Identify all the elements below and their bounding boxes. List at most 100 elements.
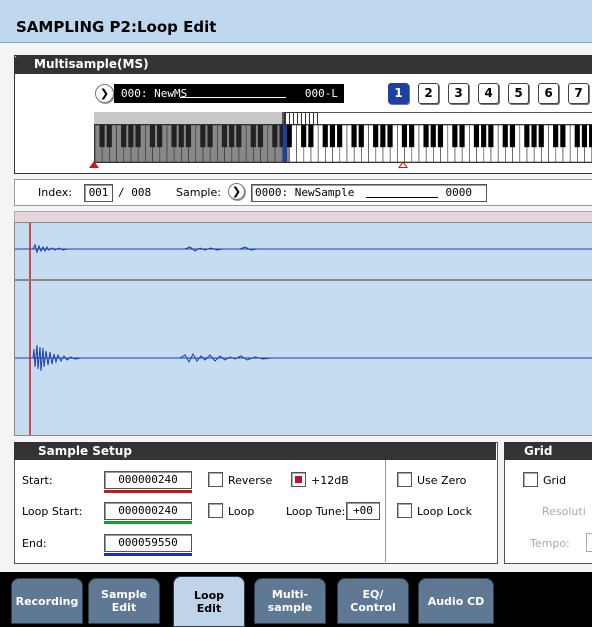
black-key <box>99 125 105 148</box>
tab-multisample[interactable]: Multi-sample <box>254 578 326 624</box>
black-key <box>409 125 415 148</box>
index-field[interactable]: 001 <box>84 184 113 202</box>
black-key <box>178 125 184 148</box>
multisample-select-arrow-icon[interactable]: ❯ <box>95 84 114 103</box>
tab-sample-edit[interactable]: Sample Edit <box>88 578 160 624</box>
tab-recording-label: Recording <box>15 594 79 608</box>
black-key <box>581 125 588 148</box>
black-key <box>135 125 141 148</box>
waveform-overview[interactable] <box>14 222 592 280</box>
loop-start-field[interactable]: 000000240 <box>104 502 192 520</box>
loop-lock-checkbox[interactable] <box>397 503 412 518</box>
title-bar: SAMPLING P2:Loop Edit <box>0 0 592 43</box>
ms-number-button-6[interactable]: 6 <box>538 83 559 104</box>
ms-number-button-4[interactable]: 4 <box>478 83 499 104</box>
sample-name-field[interactable]: 0000: NewSample 0000 <box>251 184 487 202</box>
multisample-name-suffix: 000-L <box>304 87 338 100</box>
waveform-zoom-graphic <box>15 281 592 435</box>
black-key <box>185 125 192 148</box>
keyboard[interactable] <box>94 124 592 163</box>
black-key <box>121 125 127 148</box>
tab-audio-cd[interactable]: Audio CD <box>418 578 494 624</box>
tab-recording[interactable]: Recording <box>11 578 83 624</box>
black-key <box>329 125 336 148</box>
waveform-zoom[interactable] <box>14 280 592 436</box>
grid-label: Grid <box>543 474 567 487</box>
black-key <box>437 125 444 148</box>
setup-divider <box>385 460 386 562</box>
plus12db-checkbox[interactable] <box>291 472 306 487</box>
resolution-label: Resoluti <box>542 505 586 518</box>
index-total: / 008 <box>118 186 152 199</box>
black-key <box>322 125 328 148</box>
ms-number-button-5[interactable]: 5 <box>508 83 529 104</box>
sample-name-underline <box>366 197 438 198</box>
tab-multisample-line1: Multi- <box>271 588 309 601</box>
loop-tune-field[interactable]: +00 <box>346 502 380 520</box>
loop-start-color-underline <box>104 521 192 524</box>
black-key <box>509 125 516 148</box>
multisample-header-label: Multisample(MS) <box>34 57 149 71</box>
black-key <box>553 125 559 148</box>
ms-number-button-3[interactable]: 3 <box>448 83 469 104</box>
low-key-marker-icon <box>89 161 99 168</box>
original-key-marker-icon <box>398 161 408 168</box>
black-key <box>337 125 343 148</box>
tab-eq-control[interactable]: EQ/Control <box>337 578 409 624</box>
tab-audio-cd-label: Audio CD <box>427 594 485 608</box>
start-label: Start: <box>22 474 53 487</box>
black-key <box>423 125 429 148</box>
page-title: SAMPLING P2:Loop Edit <box>16 18 217 36</box>
black-key <box>459 125 465 148</box>
reverse-checkbox[interactable] <box>208 472 223 487</box>
tempo-field[interactable] <box>586 533 592 552</box>
tab-loop-edit[interactable]: Loop Edit <box>173 576 245 627</box>
ms-number-button-1[interactable]: 1 <box>388 83 409 104</box>
tab-multisample-line2: sample <box>267 601 313 614</box>
tab-eq-control-line1: EQ/ <box>362 588 384 601</box>
loop-tune-label: Loop Tune: <box>286 505 346 518</box>
ms-number-button-2[interactable]: 2 <box>418 83 439 104</box>
multisample-name-underline <box>180 97 286 98</box>
black-key <box>430 125 436 148</box>
start-field[interactable]: 000000240 <box>104 471 192 489</box>
black-key <box>157 125 163 148</box>
black-key <box>257 125 264 148</box>
sample-name-suffix: 0000 <box>445 186 473 199</box>
tab-sample-edit-line1: Sample <box>101 588 147 601</box>
sample-select-arrow-icon[interactable]: ❯ <box>228 183 245 200</box>
multisample-name-field[interactable]: 000: NewMS 000-L <box>114 84 344 103</box>
end-field[interactable]: 000059550 <box>104 534 192 552</box>
black-key <box>250 125 256 148</box>
tempo-label: Tempo: <box>530 537 570 550</box>
loop-edit-screen: SAMPLING P2:Loop Edit Multisample(MS) ❯ … <box>0 0 592 627</box>
black-key <box>308 125 314 148</box>
grid-header: Grid <box>504 442 592 460</box>
use-zero-label: Use Zero <box>417 474 467 487</box>
end-label: End: <box>22 537 47 550</box>
black-key <box>488 125 494 148</box>
keyboard-graphic <box>95 125 592 162</box>
sample-setup-title: Sample Setup <box>38 444 132 458</box>
grid-checkbox[interactable] <box>523 472 538 487</box>
black-key <box>301 125 307 148</box>
black-key <box>106 125 112 148</box>
black-key <box>473 125 480 148</box>
black-key <box>387 125 393 148</box>
use-zero-checkbox[interactable] <box>397 472 412 487</box>
black-key <box>574 125 580 148</box>
start-color-underline <box>104 490 192 493</box>
black-key <box>481 125 487 148</box>
ms-number-button-7[interactable]: 7 <box>568 83 589 104</box>
plus12db-label: +12dB <box>311 474 349 487</box>
black-key <box>272 125 278 148</box>
black-key <box>171 125 177 148</box>
sample-name: 0000: NewSample <box>255 186 355 199</box>
tab-loop-edit-line2: Edit <box>196 601 222 615</box>
grid-title: Grid <box>524 444 553 458</box>
black-key <box>524 125 530 148</box>
tab-eq-control-line2: Control <box>350 601 396 614</box>
sample-setup-panel <box>14 442 498 564</box>
black-key <box>373 125 379 148</box>
loop-checkbox[interactable] <box>208 503 223 518</box>
